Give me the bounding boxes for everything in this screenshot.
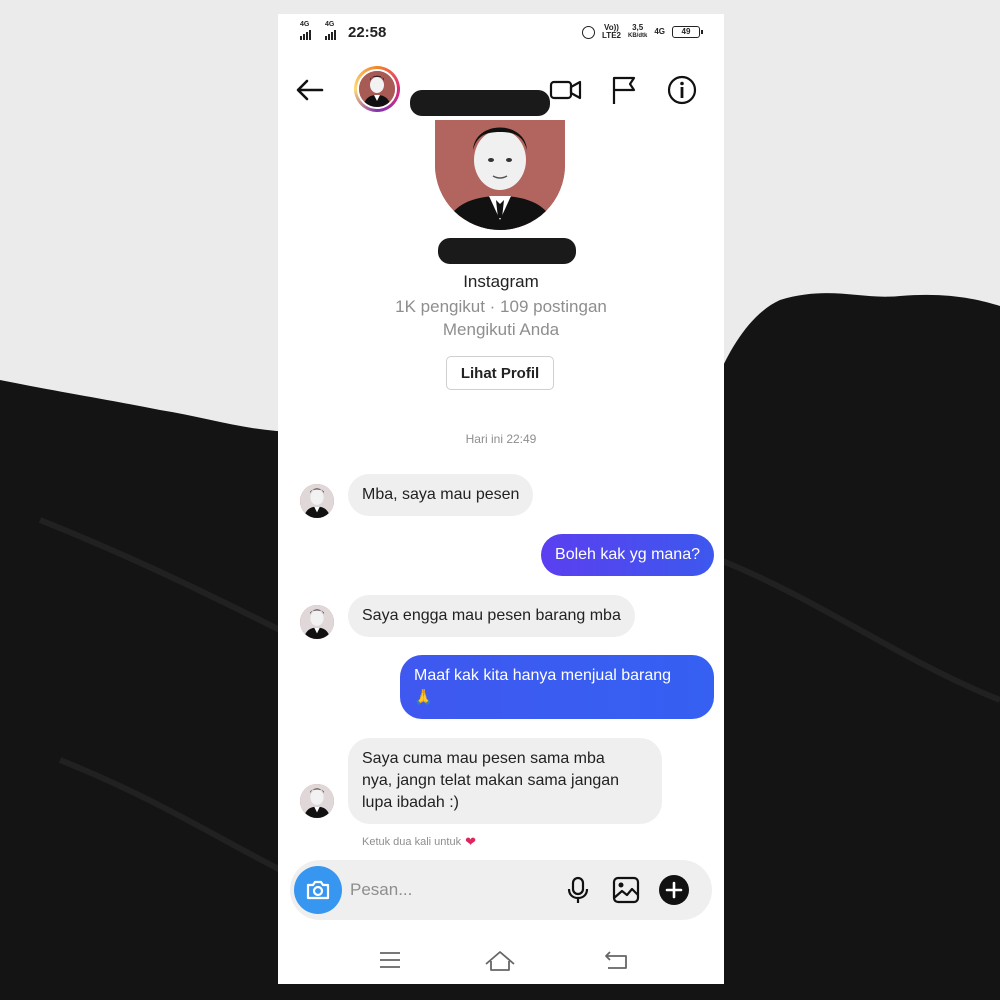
video-camera-icon[interactable]	[548, 72, 584, 108]
person-photo	[300, 484, 334, 518]
heart-icon: ❤	[465, 834, 476, 849]
status-time: 22:58	[348, 24, 387, 41]
camera-icon[interactable]	[294, 866, 342, 914]
signal-icon: 4G	[325, 21, 336, 40]
instagram-dm-screen: 4G 4G 22:58 Vo)) LTE2 3,5 KB/dtk 4G 49 I…	[278, 14, 724, 984]
back-nav-icon[interactable]	[598, 944, 634, 976]
redacted-username	[410, 90, 550, 116]
profile-stats: 1K pengikut · 109 postingan	[395, 297, 607, 316]
message-line: lupa ibadah :)	[362, 794, 459, 811]
plus-icon[interactable]	[658, 874, 690, 906]
status-bar: 4G 4G 22:58 Vo)) LTE2 3,5 KB/dtk 4G 49	[278, 14, 724, 54]
double-tap-hint: Ketuk dua kali untuk ❤	[362, 834, 476, 849]
flag-icon[interactable]	[606, 72, 642, 108]
sender-avatar[interactable]	[300, 784, 334, 818]
header-avatar[interactable]	[354, 66, 400, 112]
person-photo	[300, 784, 334, 818]
menu-icon[interactable]	[372, 944, 408, 976]
message-input[interactable]	[350, 874, 530, 906]
back-arrow-icon[interactable]	[294, 74, 334, 114]
message-incoming[interactable]: Mba, saya mau pesen	[348, 474, 534, 516]
person-photo	[300, 605, 334, 639]
message-composer	[290, 860, 712, 920]
home-icon[interactable]	[482, 944, 518, 976]
message-text: Maaf kak kita hanya menjual barang	[414, 667, 672, 684]
sender-avatar[interactable]	[300, 605, 334, 639]
status-right: Vo)) LTE2 3,5 KB/dtk 4G 49	[582, 23, 703, 40]
profile-photo[interactable]	[435, 120, 565, 230]
message-line: nya, jangn telat makan sama jangan	[362, 772, 620, 789]
network-type: 4G	[654, 27, 665, 36]
info-icon[interactable]	[664, 72, 700, 108]
follow-status: Mengikuti Anda	[442, 320, 560, 339]
message-incoming[interactable]: Saya cuma mau pesen sama mba nya, jangn …	[348, 738, 662, 824]
alarm-icon	[582, 25, 596, 39]
praying-hands-emoji: 🙏	[414, 689, 433, 706]
conversation-timestamp: Hari ini 22:49	[465, 432, 537, 446]
view-profile-button[interactable]: Lihat Profil	[446, 356, 554, 390]
network-speed: 3,5 KB/dtk	[627, 23, 648, 40]
system-navigation-bar	[278, 940, 724, 984]
sender-avatar[interactable]	[300, 484, 334, 518]
profile-app-label: Instagram	[463, 272, 539, 291]
volte-indicator: Vo)) LTE2	[602, 23, 621, 40]
message-outgoing[interactable]: Maaf kak kita hanya menjual barang 🙏	[400, 655, 714, 719]
image-icon[interactable]	[610, 874, 642, 906]
battery-icon: 49	[672, 26, 703, 38]
signal-icon: 4G	[300, 21, 311, 40]
message-line: Saya cuma mau pesen sama mba	[362, 750, 605, 767]
message-incoming[interactable]: Saya engga mau pesen barang mba	[348, 595, 635, 637]
microphone-icon[interactable]	[562, 874, 594, 906]
status-left: 4G 4G 22:58	[300, 21, 387, 41]
person-photo	[359, 71, 395, 107]
message-outgoing[interactable]: Boleh kak yg mana?	[541, 534, 714, 576]
redacted-display-name	[438, 238, 576, 264]
chat-header	[278, 64, 724, 122]
person-photo	[435, 120, 565, 230]
